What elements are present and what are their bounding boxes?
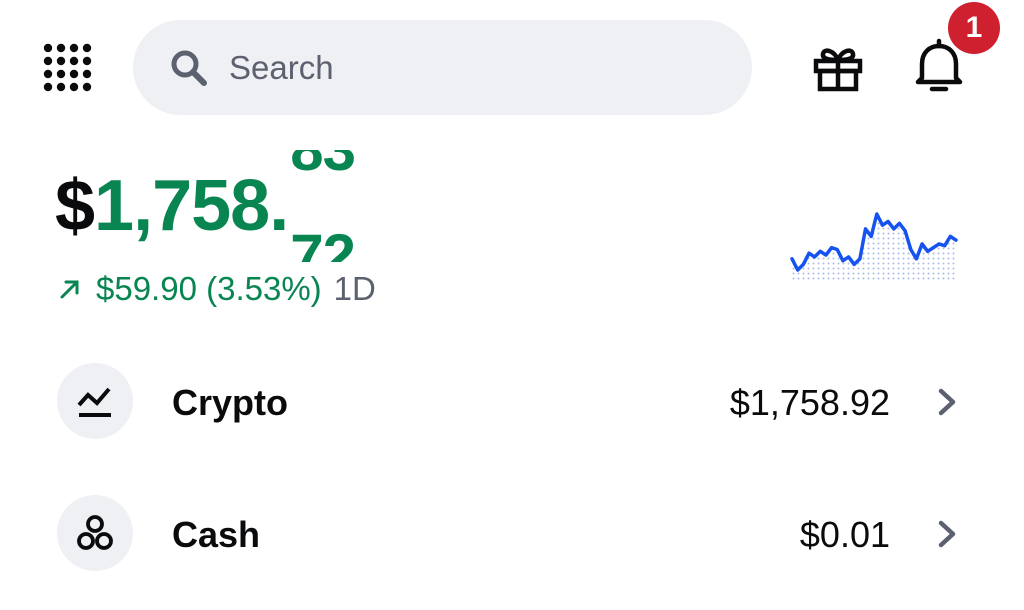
arrow-up-right-icon [60, 280, 79, 299]
portfolio-balance: $ 1,758. 83 72 [55, 150, 374, 262]
chevron-right-icon [938, 520, 956, 548]
asset-row-crypto[interactable]: Crypto $1,758.92 [0, 352, 1024, 452]
grid-menu-icon[interactable] [40, 40, 96, 96]
row-value: $1,758.92 [729, 382, 890, 423]
balance-change: $59.90 (3.53%) 1D [58, 270, 376, 308]
coins-icon [57, 495, 133, 571]
balance-sparkline[interactable] [786, 206, 962, 282]
trend-chart-icon [57, 363, 133, 439]
balance-cents-previous: 83 [290, 150, 356, 180]
row-label: Crypto [172, 382, 288, 423]
asset-row-cash[interactable]: Cash $0.01 [0, 484, 1024, 584]
balance-cents-next: 72 [290, 222, 356, 263]
balance-amount: 1,758. [94, 166, 289, 246]
search-icon [171, 50, 207, 86]
chevron-right-icon [938, 388, 956, 416]
balance-cents-ticker: 83 72 [290, 150, 374, 262]
change-value: $59.90 (3.53%) [96, 270, 322, 307]
notification-badge: 1 [948, 2, 1000, 54]
gift-button[interactable] [812, 46, 864, 92]
row-value: $0.01 [799, 514, 890, 555]
change-period: 1D [333, 270, 376, 307]
search-bar[interactable]: Search [133, 20, 752, 115]
row-label: Cash [172, 514, 261, 555]
currency-symbol: $ [55, 166, 95, 246]
gift-icon [813, 48, 863, 92]
search-input[interactable]: Search [229, 49, 334, 87]
